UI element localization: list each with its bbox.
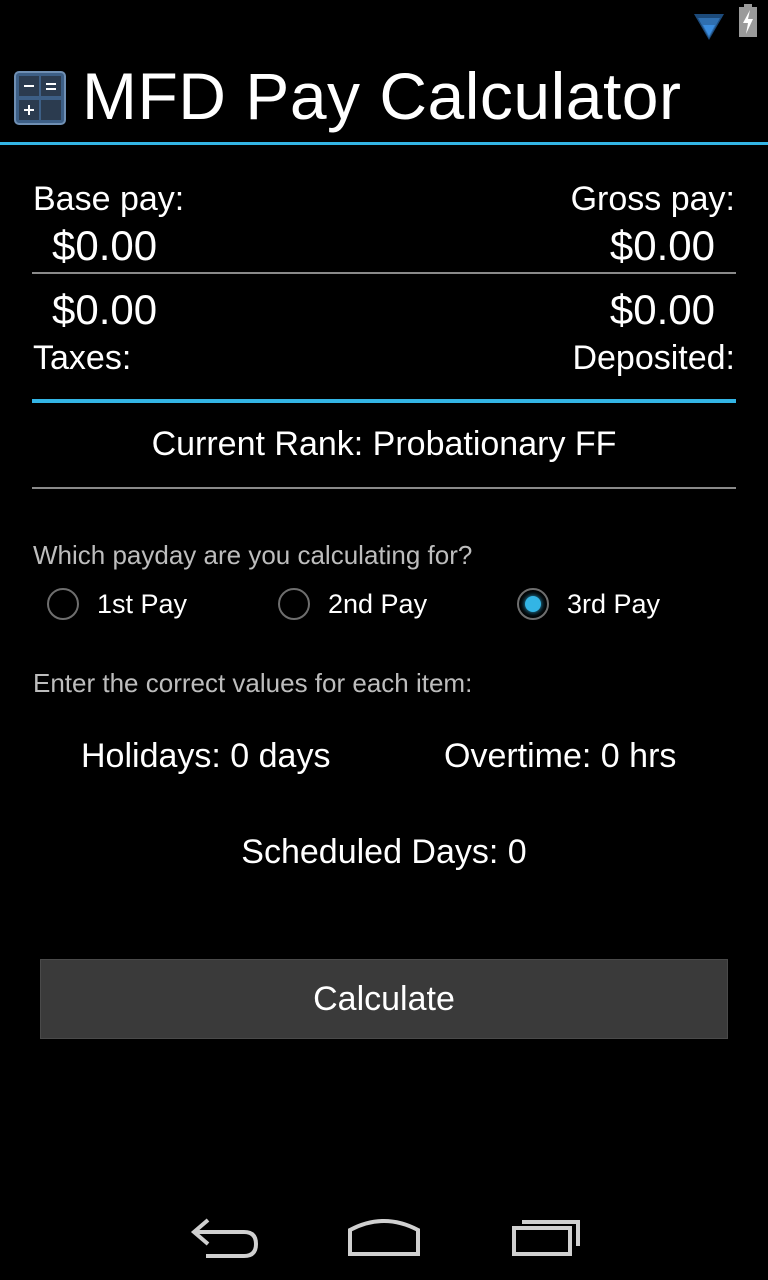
radio-button[interactable] [278, 588, 310, 620]
calculate-button[interactable]: Calculate [40, 959, 728, 1039]
radio-label: 3rd Pay [567, 588, 661, 619]
wifi-icon [694, 14, 724, 40]
radio-button-checked[interactable] [517, 588, 549, 620]
action-bar: MFD Pay Calculator [0, 50, 768, 144]
taxes-value: $0.00 [52, 286, 158, 333]
payday-radio-group: 1st Pay 2nd Pay 3rd Pay [0, 586, 768, 622]
deposited-value: $0.00 [609, 286, 715, 333]
recent-apps-icon[interactable] [506, 1208, 586, 1264]
home-icon[interactable] [344, 1208, 424, 1264]
items-prompt: Enter the correct values for each item: [33, 668, 473, 698]
battery-charging-icon [739, 4, 757, 37]
status-bar [0, 0, 768, 50]
scheduled-days-field[interactable]: Scheduled Days: 0 [0, 833, 768, 872]
back-icon[interactable] [186, 1208, 266, 1264]
overtime-field[interactable]: Overtime: 0 hrs [444, 737, 676, 776]
navigation-bar [0, 1180, 768, 1280]
summary-divider [32, 272, 736, 274]
rank-divider [32, 487, 736, 489]
summary-accent-divider [32, 399, 736, 403]
gross-pay-value: $0.00 [609, 222, 715, 269]
gross-pay-label: Gross pay: [570, 180, 735, 218]
calculator-icon[interactable] [14, 71, 66, 125]
action-bar-divider [0, 142, 768, 145]
radio-3rd-pay[interactable]: 3rd Pay [517, 586, 660, 622]
app-title: MFD Pay Calculator [82, 59, 682, 133]
base-pay-label: Base pay: [33, 180, 185, 218]
payday-prompt: Which payday are you calculating for? [33, 540, 473, 570]
radio-label: 1st Pay [97, 588, 188, 619]
radio-2nd-pay[interactable]: 2nd Pay [278, 586, 427, 622]
radio-label: 2nd Pay [328, 588, 428, 619]
radio-button[interactable] [47, 588, 79, 620]
current-rank[interactable]: Current Rank: Probationary FF [0, 425, 768, 464]
base-pay-value: $0.00 [52, 222, 158, 269]
taxes-label: Taxes: [33, 339, 132, 377]
deposited-label: Deposited: [572, 339, 735, 377]
holidays-field[interactable]: Holidays: 0 days [81, 737, 330, 776]
radio-1st-pay[interactable]: 1st Pay [47, 586, 187, 622]
